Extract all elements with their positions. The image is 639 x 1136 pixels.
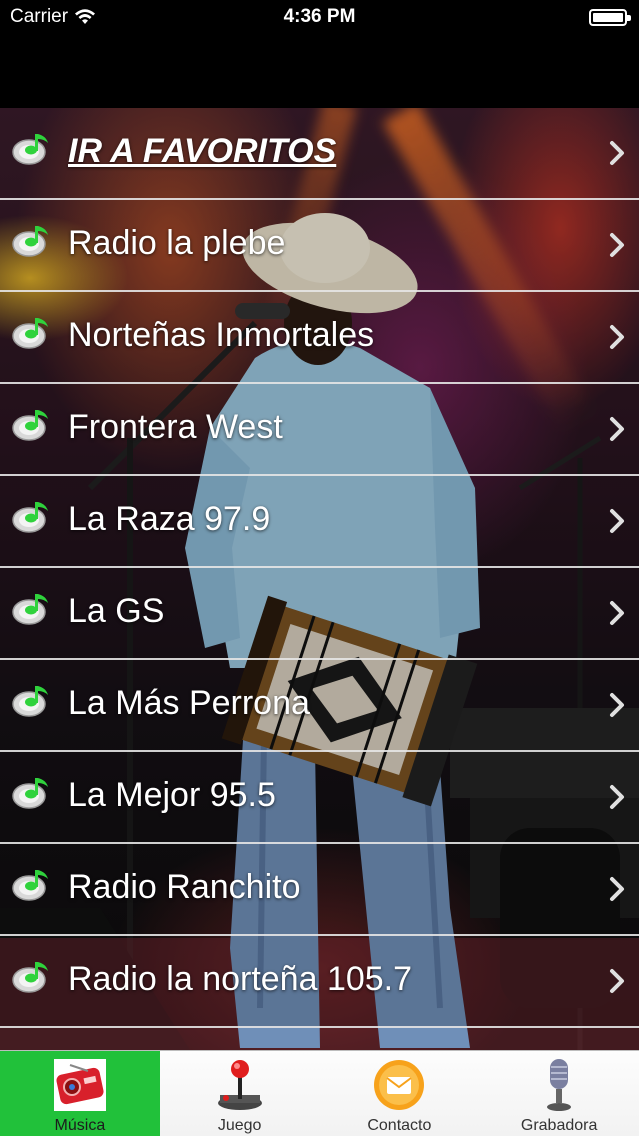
music-note-icon [12, 502, 48, 533]
station-row[interactable]: Radio la norteña 105.7 [0, 936, 639, 1028]
tab-label: Juego [217, 1117, 262, 1134]
tab-bar: Música Juego Contacto Grabadora [0, 1050, 639, 1136]
chevron-right-icon [610, 601, 624, 625]
station-label: Radio la plebe [68, 224, 286, 262]
chevron-right-icon [610, 141, 624, 165]
chevron-right-icon [610, 509, 624, 533]
tab-label: Grabadora [520, 1117, 598, 1134]
chevron-right-icon [610, 877, 624, 901]
station-label: La Más Perrona [68, 684, 310, 722]
chevron-right-icon [610, 969, 624, 993]
station-row[interactable]: La GS [0, 568, 639, 660]
favorites-row[interactable]: IR A FAVORITOS [0, 108, 639, 200]
station-row[interactable]: La Más Perrona [0, 660, 639, 752]
chevron-right-icon [610, 417, 624, 441]
radio-icon [53, 1059, 106, 1111]
station-label: La Mejor 95.5 [68, 776, 276, 814]
station-row[interactable]: Frontera West [0, 384, 639, 476]
music-note-icon [12, 410, 48, 441]
music-note-icon [12, 226, 48, 257]
tab-label: Contacto [367, 1117, 432, 1134]
music-note-icon [12, 778, 48, 809]
station-row[interactable]: Radio Ranchito [0, 844, 639, 936]
battery-icon [589, 9, 631, 26]
music-note-icon [12, 962, 48, 993]
chevron-right-icon [610, 233, 624, 257]
chevron-right-icon [610, 693, 624, 717]
music-note-icon [12, 318, 48, 349]
station-label: Radio la norteña 105.7 [68, 960, 413, 998]
station-label: Radio Ranchito [68, 868, 301, 906]
status-bar: Carrier 4:36 PM [0, 0, 639, 36]
music-note-icon [12, 594, 48, 625]
music-note-icon [12, 870, 48, 901]
station-label: La Raza 97.9 [68, 500, 271, 538]
tab-label: Música [54, 1117, 106, 1134]
station-label: Frontera West [68, 408, 283, 446]
chevron-right-icon [610, 325, 624, 349]
navigation-bar [0, 36, 639, 108]
station-row[interactable]: Radio la plebe [0, 200, 639, 292]
station-label: La GS [68, 592, 165, 630]
music-note-icon [12, 134, 48, 165]
station-label: IR A FAVORITOS [68, 132, 337, 170]
battery-fill [593, 13, 623, 22]
chevron-right-icon [610, 785, 624, 809]
station-row[interactable]: La Mejor 95.5 [0, 752, 639, 844]
tab-juego[interactable]: Juego [160, 1051, 320, 1136]
microphone-icon [547, 1059, 572, 1111]
station-row[interactable]: Norteñas Inmortales [0, 292, 639, 384]
station-list: IR A FAVORITOS Radio la plebe Norteñas I… [0, 108, 639, 1028]
tab-contacto[interactable]: Contacto [320, 1051, 480, 1136]
tab-musica[interactable]: Música [0, 1051, 160, 1136]
station-row[interactable]: La Raza 97.9 [0, 476, 639, 568]
tab-grabadora[interactable]: Grabadora [479, 1051, 639, 1136]
station-label: Norteñas Inmortales [68, 316, 375, 354]
music-note-icon [12, 686, 48, 717]
mail-icon [374, 1060, 425, 1110]
status-time: 4:36 PM [283, 6, 356, 27]
joystick-icon [217, 1060, 262, 1110]
